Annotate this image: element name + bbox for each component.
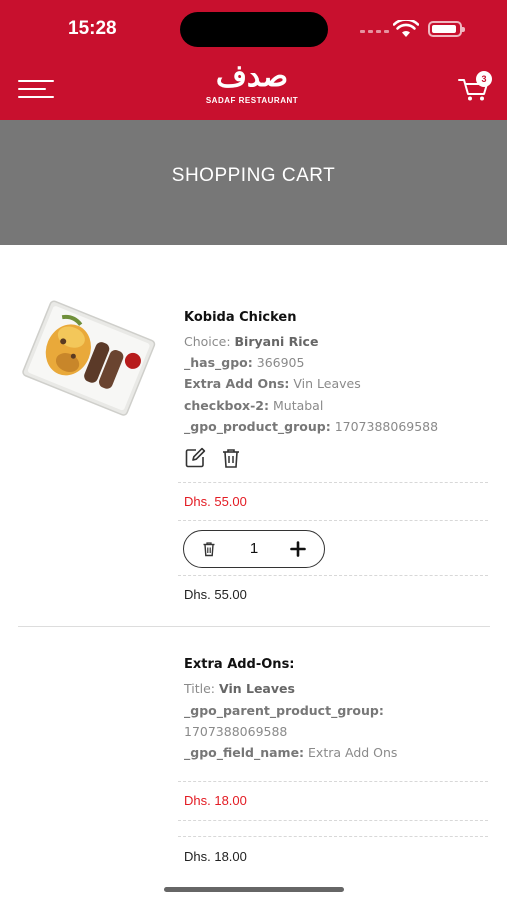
item-name[interactable]: Extra Add-Ons: [184, 657, 295, 672]
dashed-divider [178, 781, 488, 782]
dashed-divider [178, 482, 488, 483]
battery-icon [428, 21, 465, 37]
quantity-stepper[interactable]: 1 [183, 530, 325, 568]
quantity-value: 1 [249, 540, 259, 557]
plus-icon[interactable] [290, 541, 306, 557]
status-time: 15:28 [68, 18, 117, 39]
item-price: Dhs. 18.00 [184, 793, 247, 808]
menu-button[interactable] [18, 78, 56, 100]
wifi-icon [393, 20, 419, 37]
dashed-divider [178, 520, 488, 521]
item-meta-parent-group-value: 1707388069588 [184, 724, 288, 739]
restaurant-logo[interactable]: صدف SADAF RESTAURANT [196, 58, 308, 116]
cart-count-badge: 3 [476, 71, 492, 87]
product-image[interactable] [18, 300, 158, 420]
hamburger-icon [18, 80, 54, 82]
item-price: Dhs. 55.00 [184, 494, 247, 509]
dashed-divider [178, 575, 488, 576]
item-subtotal: Dhs. 55.00 [184, 587, 247, 602]
page-title: SHOPPING CART [171, 165, 336, 186]
home-indicator[interactable] [164, 887, 344, 892]
dynamic-island [180, 12, 328, 47]
signal-icon [360, 30, 389, 33]
dashed-divider [178, 836, 488, 837]
item-meta-title: Title: Vin Leaves [184, 681, 295, 696]
item-subtotal: Dhs. 18.00 [184, 849, 247, 864]
item-meta-extra-addons: Extra Add Ons: Vin Leaves [184, 376, 361, 391]
item-meta-field-name: _gpo_field_name: Extra Add Ons [184, 745, 398, 760]
item-name[interactable]: Kobida Chicken [184, 310, 296, 325]
trash-icon[interactable] [220, 447, 242, 469]
item-meta-has-gpo: _has_gpo: 366905 [184, 355, 305, 370]
logo-english-text: SADAF RESTAURANT [205, 96, 299, 105]
edit-icon[interactable] [184, 447, 206, 469]
item-meta-parent-group: _gpo_parent_product_group: [184, 703, 384, 718]
item-divider [18, 626, 490, 627]
logo-arabic-text: صدف [215, 59, 289, 94]
item-meta-checkbox: checkbox-2: Mutabal [184, 398, 324, 413]
item-meta-choice: Choice: Biryani Rice [184, 334, 319, 349]
item-meta-product-group: _gpo_product_group: 1707388069588 [184, 419, 439, 434]
dashed-divider [178, 820, 488, 821]
app-header: 15:28 صدف SADAF RESTAURANT 3 [0, 0, 507, 120]
trash-icon[interactable] [202, 541, 216, 557]
